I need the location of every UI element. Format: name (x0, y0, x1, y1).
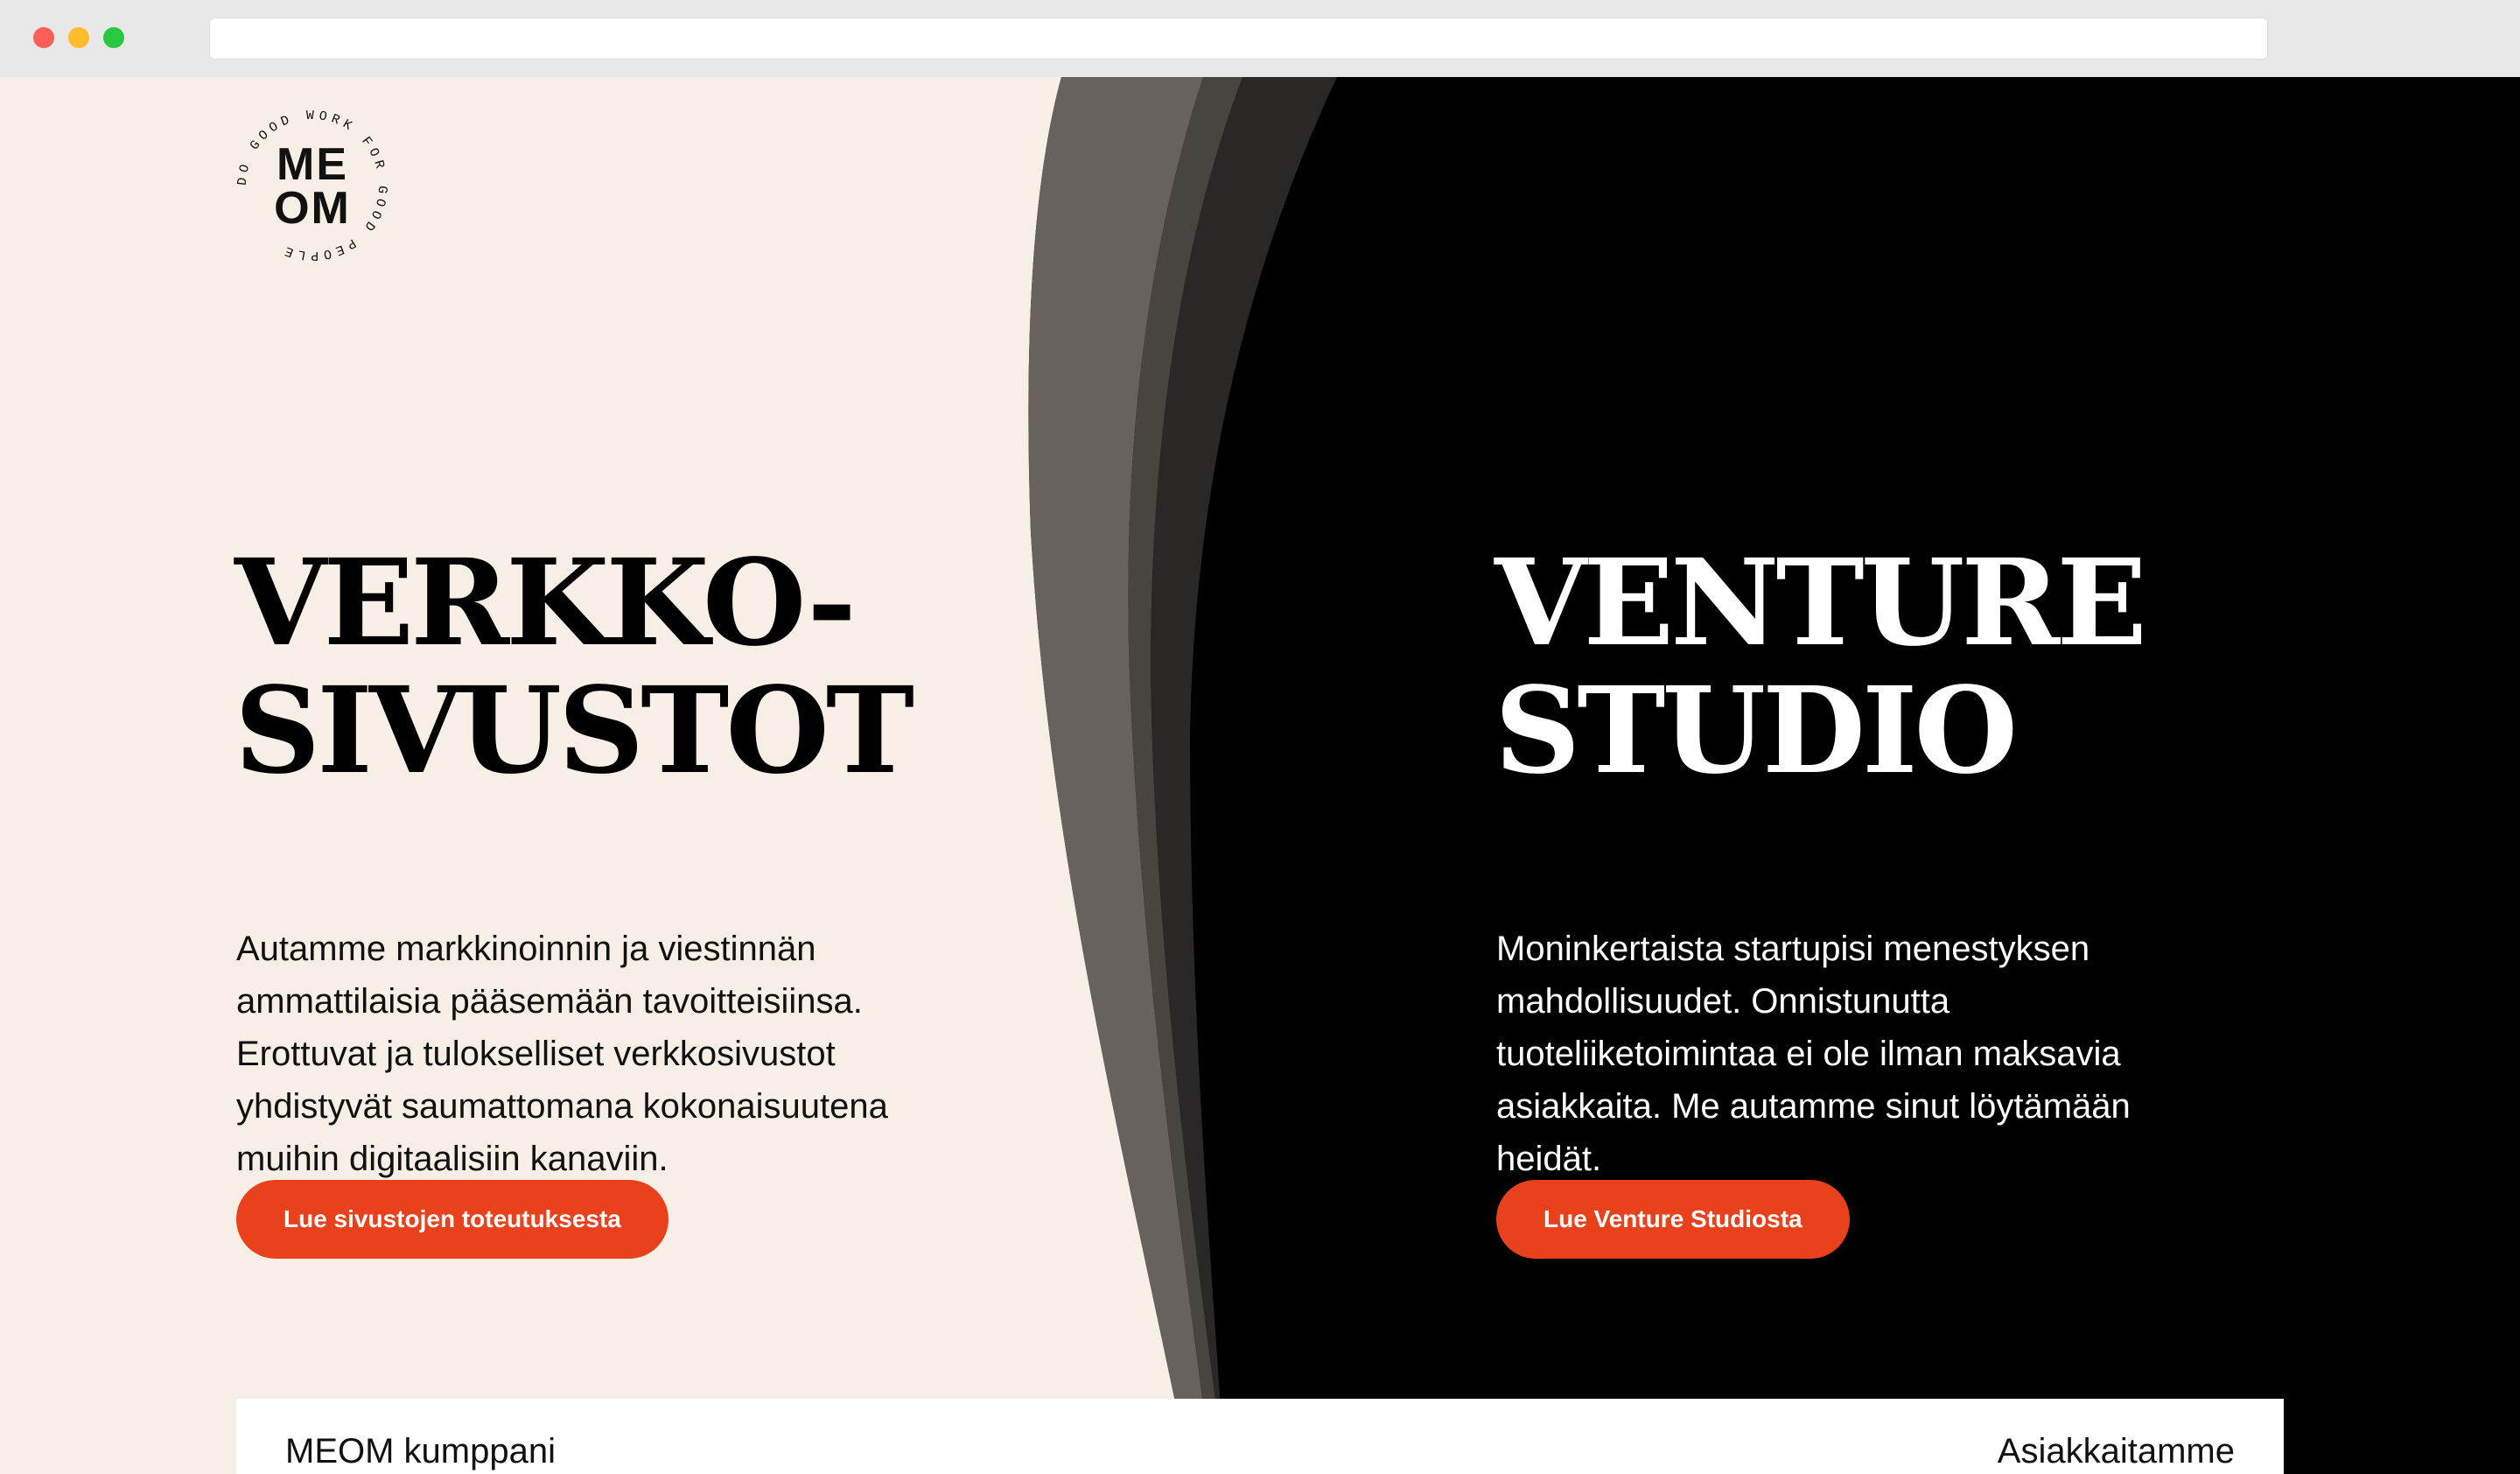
read-venture-studio-button[interactable]: Lue Venture Studiosta (1496, 1180, 1850, 1259)
page-content: DO GOOD WORK FOR GOOD PEOPLE ME OM VERKK… (0, 77, 2520, 1474)
websites-heading: VERKKO- SIVUSTOT (234, 533, 914, 801)
logo-line-2: OM (274, 183, 351, 234)
address-bar[interactable] (209, 18, 2268, 60)
bottom-card-right-text: Asiakkaitamme (1997, 1432, 2235, 1470)
bottom-card: MEOM kumppani Asiakkaitamme (236, 1399, 2284, 1474)
bottom-card-left-text: MEOM kumppani (285, 1432, 556, 1470)
minimize-window-button[interactable] (68, 27, 89, 48)
venture-studio-heading: VENTURE STUDIO (1494, 533, 2147, 801)
browser-chrome (0, 0, 2520, 77)
meom-logo[interactable]: DO GOOD WORK FOR GOOD PEOPLE ME OM (229, 102, 396, 269)
venture-heading-line-2: STUDIO (1494, 661, 2018, 801)
websites-description: Autamme markkinoinnin ja viestinnän amma… (236, 930, 888, 1178)
websites-heading-line-1: VERKKO- (234, 533, 857, 673)
maximize-window-button[interactable] (103, 27, 124, 48)
venture-heading-line-1: VENTURE (1494, 533, 2147, 673)
logo-wordmark: ME OM (229, 102, 396, 269)
close-window-button[interactable] (33, 27, 54, 48)
logo-line-1: ME (276, 139, 348, 190)
venture-studio-description: Moninkertaista startupisi menestyksen ma… (1496, 930, 2131, 1178)
websites-heading-line-2: SIVUSTOT (234, 661, 914, 801)
read-websites-button[interactable]: Lue sivustojen toteutuksesta (236, 1180, 668, 1259)
